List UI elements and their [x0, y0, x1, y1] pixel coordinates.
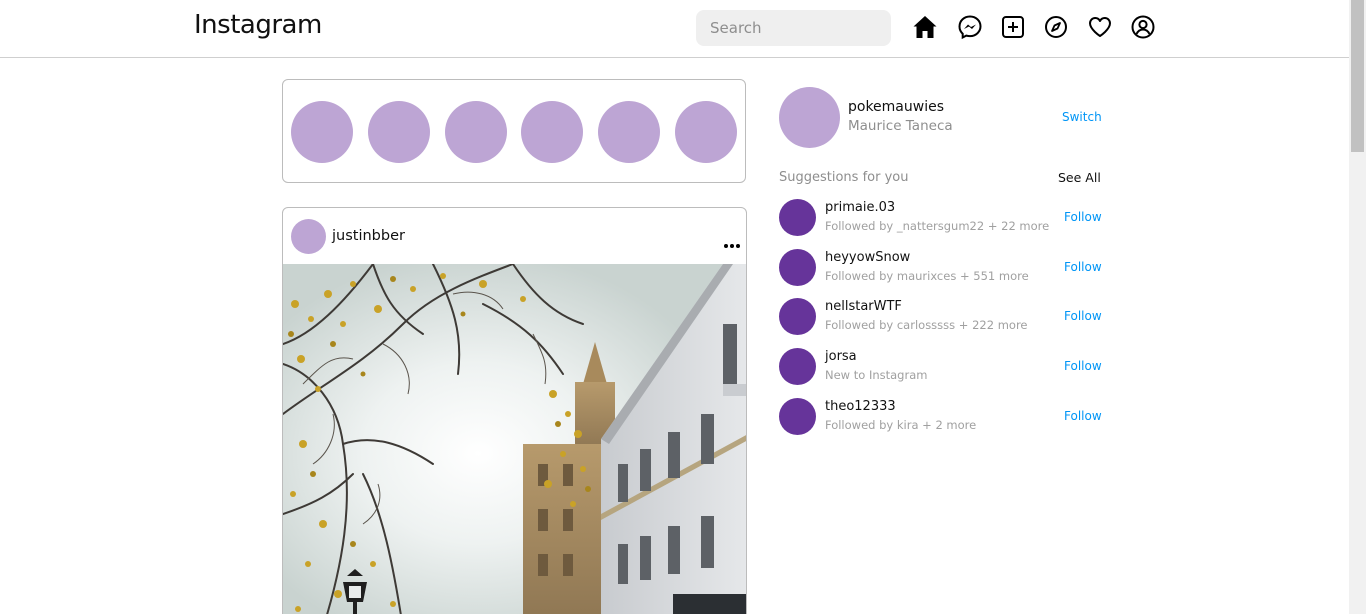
follow-button[interactable]: Follow [1064, 309, 1102, 323]
story-avatar[interactable] [521, 101, 583, 163]
scrollbar-thumb[interactable] [1351, 0, 1364, 152]
follow-button[interactable]: Follow [1064, 210, 1102, 224]
post-image[interactable] [283, 264, 746, 614]
story-avatar[interactable] [368, 101, 430, 163]
top-navigation-bar: Instagram [0, 0, 1349, 58]
story-avatar[interactable] [598, 101, 660, 163]
follow-button[interactable]: Follow [1064, 359, 1102, 373]
switch-account-button[interactable]: Switch [1062, 110, 1102, 124]
story-avatar[interactable] [291, 101, 353, 163]
suggestion-avatar[interactable] [779, 249, 816, 286]
current-user-avatar[interactable] [779, 87, 840, 148]
suggestion-username[interactable]: primaie.03 [825, 200, 895, 215]
suggestion-avatar[interactable] [779, 298, 816, 335]
messenger-icon[interactable] [957, 14, 983, 40]
explore-icon[interactable] [1043, 14, 1069, 40]
more-options-icon[interactable] [723, 235, 741, 248]
suggestion-avatar[interactable] [779, 398, 816, 435]
stories-tray [282, 79, 746, 183]
story-avatar[interactable] [445, 101, 507, 163]
suggestion-subtitle: Followed by maurixces + 551 more [825, 269, 1029, 283]
profile-icon[interactable] [1130, 14, 1156, 40]
suggestion-item: nellstarWTF Followed by carlosssss + 222… [779, 298, 1104, 336]
see-all-button[interactable]: See All [1058, 170, 1101, 185]
suggestion-subtitle: New to Instagram [825, 368, 928, 382]
suggestions-heading: Suggestions for you [779, 170, 909, 185]
suggestion-username[interactable]: theo12333 [825, 399, 896, 414]
post-author-username[interactable]: justinbber [332, 228, 405, 244]
suggestion-username[interactable]: heyyowSnow [825, 250, 910, 265]
suggestion-username[interactable]: jorsa [825, 349, 857, 364]
search-input[interactable] [696, 10, 891, 46]
feed-post: justinbber [282, 207, 747, 614]
suggestion-avatar[interactable] [779, 348, 816, 385]
suggestion-item: theo12333 Followed by kira + 2 more Foll… [779, 398, 1104, 436]
suggestion-subtitle: Followed by _nattersgum22 + 22 more [825, 219, 1050, 233]
follow-button[interactable]: Follow [1064, 260, 1102, 274]
activity-heart-icon[interactable] [1087, 14, 1113, 40]
instagram-logo[interactable]: Instagram [194, 10, 322, 40]
post-author-avatar[interactable] [291, 219, 326, 254]
current-user-full-name: Maurice Taneca [848, 118, 953, 134]
suggestion-avatar[interactable] [779, 199, 816, 236]
suggestion-subtitle: Followed by kira + 2 more [825, 418, 977, 432]
current-user-username[interactable]: pokemauwies [848, 99, 944, 115]
suggestion-item: jorsa New to Instagram Follow [779, 348, 1104, 386]
follow-button[interactable]: Follow [1064, 409, 1102, 423]
home-icon[interactable] [912, 14, 938, 40]
suggestion-username[interactable]: nellstarWTF [825, 299, 902, 314]
story-avatar[interactable] [675, 101, 737, 163]
new-post-icon[interactable] [1000, 14, 1026, 40]
suggestion-subtitle: Followed by carlosssss + 222 more [825, 318, 1028, 332]
suggestion-item: primaie.03 Followed by _nattersgum22 + 2… [779, 199, 1104, 237]
suggestion-item: heyyowSnow Followed by maurixces + 551 m… [779, 249, 1104, 287]
